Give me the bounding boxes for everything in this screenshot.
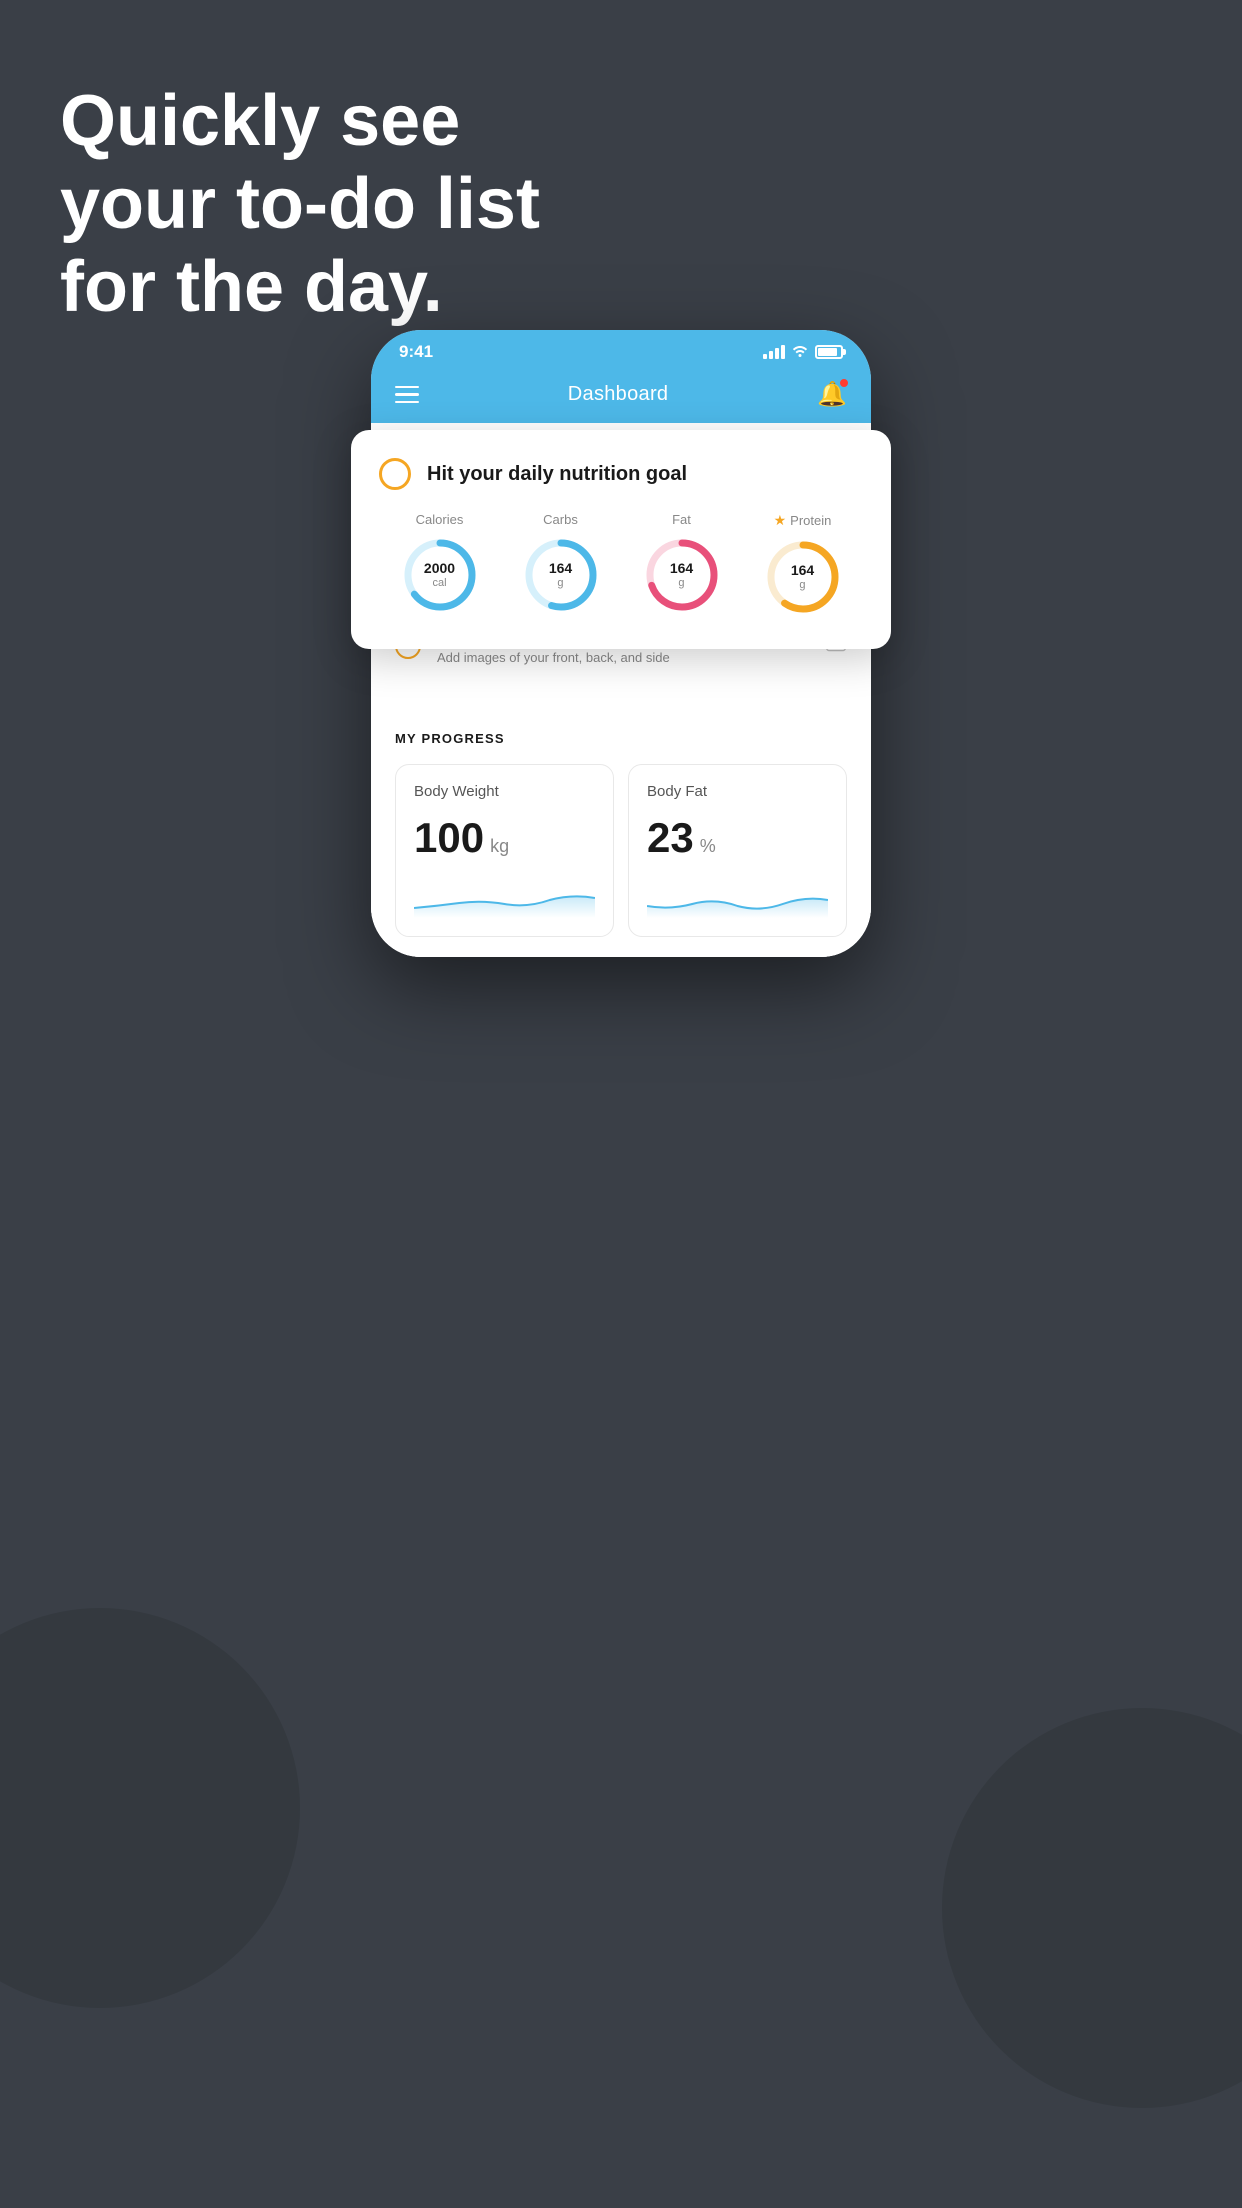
battery-icon xyxy=(815,345,843,359)
fat-donut: 164 g xyxy=(642,535,722,615)
hero-line3: for the day. xyxy=(60,246,540,329)
nav-title: Dashboard xyxy=(568,383,669,406)
carbs-label: Carbs xyxy=(543,512,578,527)
hamburger-menu[interactable] xyxy=(395,386,419,404)
body-weight-number: 100 xyxy=(414,814,484,862)
body-weight-unit: kg xyxy=(490,836,509,857)
nutrition-fat: Fat 164 g xyxy=(642,512,722,615)
nutrition-circle-check xyxy=(379,458,411,490)
signal-icon xyxy=(763,345,785,359)
todo-subtitle-progress-photos: Add images of your front, back, and side xyxy=(437,650,809,665)
nutrition-calories: Calories 2000 cal xyxy=(400,512,480,615)
body-fat-chart xyxy=(647,878,828,918)
progress-cards: Body Weight 100 kg xyxy=(395,764,847,937)
carbs-value: 164 g xyxy=(549,560,572,590)
hero-line2: your to-do list xyxy=(60,163,540,246)
nutrition-carbs: Carbs 164 g xyxy=(521,512,601,615)
hero-text: Quickly see your to-do list for the day. xyxy=(60,80,540,328)
body-fat-card[interactable]: Body Fat 23 % xyxy=(628,764,847,937)
protein-label: ★ Protein xyxy=(774,512,832,529)
hero-line1: Quickly see xyxy=(60,80,540,163)
calories-donut: 2000 cal xyxy=(400,535,480,615)
nutrition-items-row: Calories 2000 cal Carbs xyxy=(379,512,863,617)
calories-value: 2000 cal xyxy=(424,560,455,590)
protein-donut: 164 g xyxy=(763,537,843,617)
carbs-donut: 164 g xyxy=(521,535,601,615)
bg-decoration-left xyxy=(0,1608,300,2008)
bg-decoration-right xyxy=(942,1708,1242,2108)
nutrition-card-title: Hit your daily nutrition goal xyxy=(427,463,687,486)
nutrition-card: Hit your daily nutrition goal Calories 2… xyxy=(351,430,891,649)
status-icons xyxy=(763,343,843,362)
nav-bar: Dashboard 🔔 xyxy=(371,370,871,423)
progress-section: MY PROGRESS Body Weight 100 kg xyxy=(371,701,871,957)
wifi-icon xyxy=(791,343,809,362)
body-weight-card[interactable]: Body Weight 100 kg xyxy=(395,764,614,937)
star-icon: ★ xyxy=(774,512,787,529)
notification-dot xyxy=(839,378,849,388)
progress-header: MY PROGRESS xyxy=(395,731,847,746)
status-bar: 9:41 xyxy=(371,330,871,370)
body-fat-number: 23 xyxy=(647,814,694,862)
body-fat-title: Body Fat xyxy=(647,783,828,800)
body-fat-unit: % xyxy=(700,836,716,857)
body-weight-value-row: 100 kg xyxy=(414,814,595,862)
fat-label: Fat xyxy=(672,512,691,527)
body-weight-title: Body Weight xyxy=(414,783,595,800)
status-time: 9:41 xyxy=(399,342,433,362)
body-weight-chart xyxy=(414,878,595,918)
calories-label: Calories xyxy=(416,512,464,527)
nutrition-card-title-row: Hit your daily nutrition goal xyxy=(379,458,863,490)
notification-bell-icon[interactable]: 🔔 xyxy=(817,380,847,409)
fat-value: 164 g xyxy=(670,560,693,590)
nutrition-protein: ★ Protein 164 g xyxy=(763,512,843,617)
protein-value: 164 g xyxy=(791,562,814,592)
body-fat-value-row: 23 % xyxy=(647,814,828,862)
